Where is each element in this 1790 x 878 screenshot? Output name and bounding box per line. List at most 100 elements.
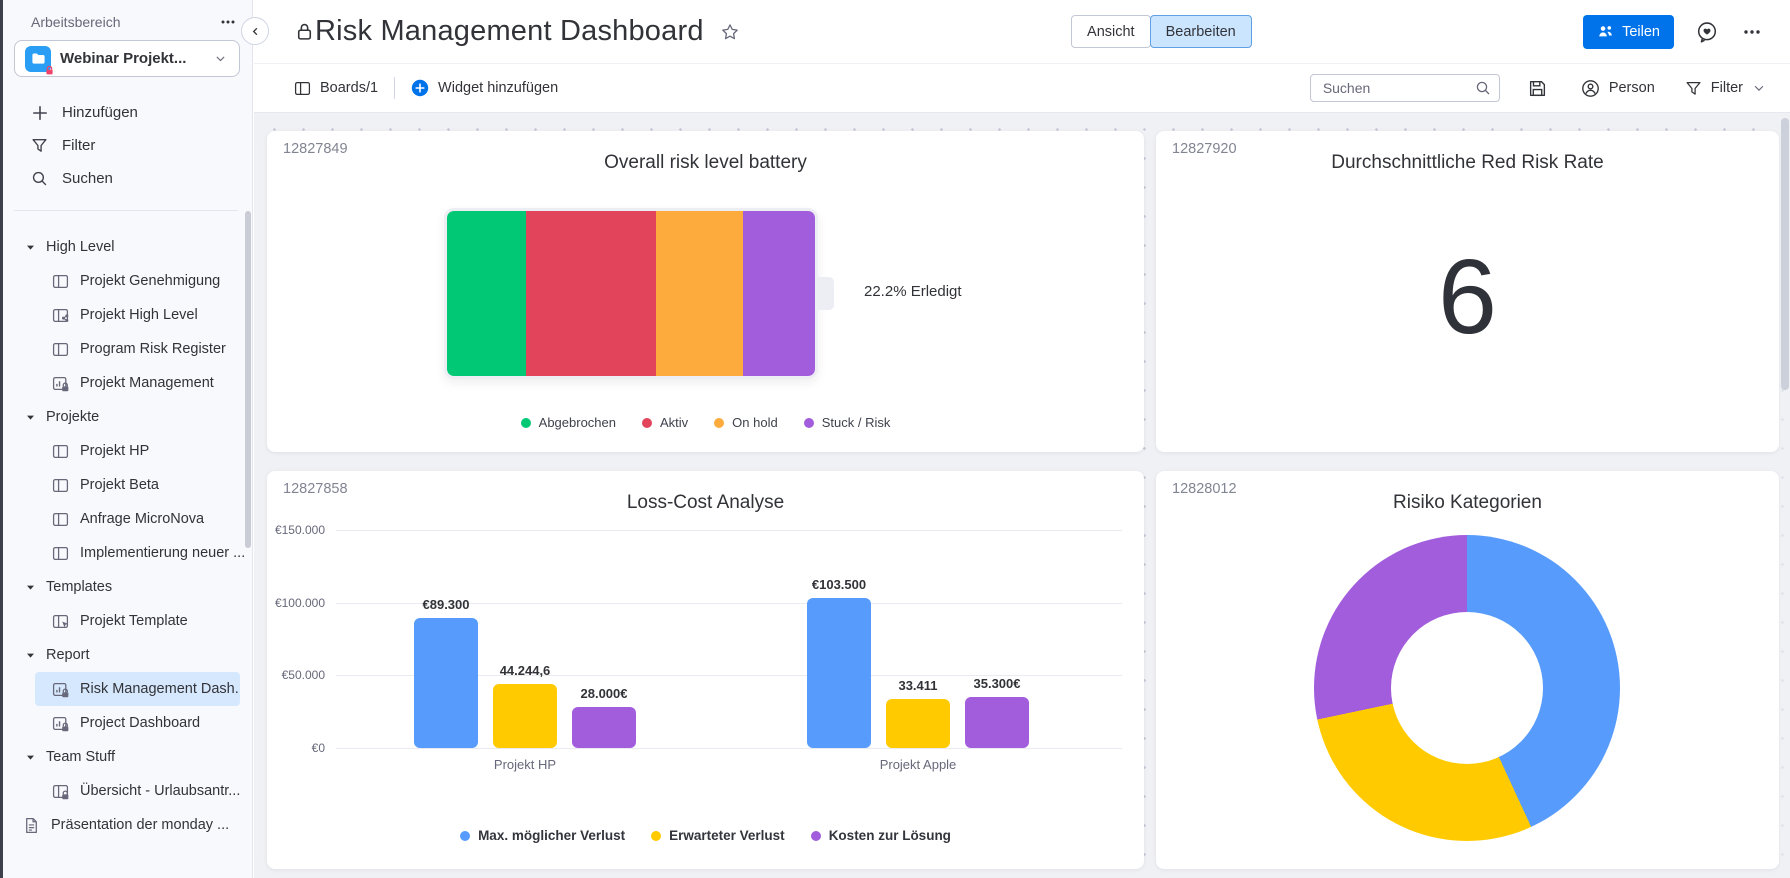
sidebar-section-high-level[interactable]: High Level bbox=[0, 230, 253, 264]
y-gridline bbox=[336, 530, 1122, 531]
app-window: Arbeitsbereich Webinar Projekt... Hinzuf… bbox=[0, 0, 1790, 878]
workspace-selector[interactable]: Webinar Projekt... bbox=[14, 40, 240, 77]
tree-label: Implementierung neuer ... bbox=[80, 545, 246, 561]
legend-color-dot bbox=[651, 830, 662, 841]
page-title: Risk Management Dashboard bbox=[315, 15, 704, 47]
sidebar-scrollbar-thumb[interactable] bbox=[245, 211, 251, 548]
legend-item-max-möglicher-verlust: Max. möglicher Verlust bbox=[460, 828, 625, 843]
legend-label: Erwarteter Verlust bbox=[669, 828, 785, 843]
sidebar-section-projekte[interactable]: Projekte bbox=[0, 400, 253, 434]
tree-label: Projekt Management bbox=[80, 375, 214, 391]
person-icon bbox=[1581, 79, 1600, 98]
main-area: Risk Management Dashboard Ansicht Bearbe… bbox=[254, 0, 1790, 878]
tree-label: Projekt High Level bbox=[80, 307, 198, 323]
board-lock-icon bbox=[52, 783, 69, 800]
board-connect-icon bbox=[52, 307, 69, 324]
sidebar-item-übersicht-urlaubsantr[interactable]: Übersicht - Urlaubsantr... bbox=[0, 774, 253, 808]
donut-chart bbox=[1314, 535, 1620, 841]
tree-label: Projekt Genehmigung bbox=[80, 273, 221, 289]
sidebar-section-team-stuff[interactable]: Team Stuff bbox=[0, 740, 253, 774]
sidebar-item-projekt-beta[interactable]: Projekt Beta bbox=[0, 468, 253, 502]
board-icon bbox=[52, 545, 69, 562]
battery-segment-stuck-risk bbox=[743, 211, 815, 376]
sidebar-item-projekt-hp[interactable]: Projekt HP bbox=[0, 434, 253, 468]
boards-selector[interactable]: Boards/1 bbox=[294, 80, 378, 97]
favorite-star-icon[interactable] bbox=[720, 22, 740, 42]
dashboard-toolbar: Boards/1 Widget hinzufügen Suchen Person… bbox=[254, 64, 1790, 113]
workspace-folder-icon bbox=[25, 45, 53, 74]
tree-label: Anfrage MicroNova bbox=[80, 511, 205, 527]
sidebar-item-anfrage-micronova[interactable]: Anfrage MicroNova bbox=[0, 502, 253, 536]
tree-label: Projekte bbox=[46, 409, 100, 425]
legend-label: Abgebrochen bbox=[538, 415, 616, 430]
search-icon bbox=[31, 170, 49, 188]
share-button[interactable]: Teilen bbox=[1583, 14, 1674, 49]
battery-segment-on-hold bbox=[655, 211, 744, 376]
caret-down-icon bbox=[25, 412, 36, 423]
legend-item-stuck-risk: Stuck / Risk bbox=[803, 415, 891, 430]
filter-button[interactable]: Filter bbox=[1685, 80, 1766, 97]
search-icon bbox=[1475, 80, 1491, 96]
add-widget-button[interactable]: Widget hinzufügen bbox=[411, 79, 558, 97]
doc-icon bbox=[23, 817, 40, 834]
sidebar-item-projekt-management[interactable]: Projekt Management bbox=[0, 366, 253, 400]
sidebar-action-suchen[interactable]: Suchen bbox=[0, 162, 253, 195]
legend-color-dot bbox=[714, 417, 725, 428]
sidebar-action-label: Suchen bbox=[62, 170, 113, 187]
main-scrollbar-track bbox=[1780, 113, 1790, 878]
dashboard-header: Risk Management Dashboard Ansicht Bearbe… bbox=[254, 0, 1790, 64]
lock-icon bbox=[294, 21, 315, 42]
legend-color-dot bbox=[460, 830, 471, 841]
sidebar-actions: Hinzufügen Filter Suchen bbox=[0, 96, 253, 195]
header-menu-dots-icon[interactable] bbox=[1740, 20, 1764, 44]
sidebar-action-hinzufügen[interactable]: Hinzufügen bbox=[0, 96, 253, 129]
feedback-heart-icon[interactable] bbox=[1693, 18, 1721, 46]
bar-max-möglicher-verlust-projekt-hp bbox=[414, 618, 478, 748]
legend-label: Aktiv bbox=[660, 415, 689, 430]
tree-label: Team Stuff bbox=[46, 749, 116, 765]
sidebar-collapse-button[interactable] bbox=[241, 17, 269, 45]
workspace-menu-dots-icon[interactable] bbox=[218, 12, 238, 32]
widget-donut-card[interactable]: 12828012 Risiko Kategorien bbox=[1156, 471, 1779, 869]
dashboard-lock-icon bbox=[52, 715, 69, 732]
window-left-border bbox=[0, 0, 3, 878]
boards-count-label: Boards/1 bbox=[320, 80, 379, 96]
sidebar-item-projekt-high-level[interactable]: Projekt High Level bbox=[0, 298, 253, 332]
sidebar-item-project-dashboard[interactable]: Project Dashboard bbox=[0, 706, 253, 740]
caret-down-icon bbox=[25, 650, 36, 661]
sidebar-action-filter[interactable]: Filter bbox=[0, 129, 253, 162]
sidebar-item-implementierung-neuer[interactable]: Implementierung neuer ... bbox=[0, 536, 253, 570]
widget-number-card[interactable]: 12827920 Durchschnittliche Red Risk Rate… bbox=[1156, 131, 1779, 452]
search-input[interactable] bbox=[1320, 79, 1475, 97]
person-filter-button[interactable]: Person bbox=[1581, 79, 1655, 98]
bar-value-label: €89.300 bbox=[422, 597, 470, 613]
edit-button[interactable]: Bearbeiten bbox=[1149, 15, 1252, 48]
sidebar-item-projekt-template[interactable]: Projekt Template bbox=[0, 604, 253, 638]
board-icon bbox=[52, 477, 69, 494]
main-scrollbar-thumb[interactable] bbox=[1781, 118, 1789, 390]
legend-item-aktiv: Aktiv bbox=[642, 415, 688, 430]
legend-item-abgebrochen: Abgebrochen bbox=[520, 415, 616, 430]
tree-label: Projekt Template bbox=[80, 613, 188, 629]
bar-value-label: 35.300€ bbox=[973, 675, 1021, 691]
view-button[interactable]: Ansicht bbox=[1071, 15, 1151, 48]
sidebar-section-report[interactable]: Report bbox=[0, 638, 253, 672]
funnel-icon bbox=[1685, 80, 1702, 97]
add-widget-plus-icon bbox=[411, 79, 429, 97]
sidebar-item-risk-management-dash[interactable]: Risk Management Dash... bbox=[35, 672, 240, 706]
sidebar-divider bbox=[14, 210, 238, 211]
tree-label: High Level bbox=[46, 239, 115, 255]
tree-label: Templates bbox=[46, 579, 113, 595]
tree-label: Projekt HP bbox=[80, 443, 150, 459]
sidebar-item-präsentation-der-monday[interactable]: Präsentation der monday ... bbox=[0, 808, 253, 842]
save-icon[interactable] bbox=[1528, 79, 1547, 98]
sidebar-item-program-risk-register[interactable]: Program Risk Register bbox=[0, 332, 253, 366]
sidebar-item-projekt-genehmigung[interactable]: Projekt Genehmigung bbox=[0, 264, 253, 298]
battery-legend: Abgebrochen Aktiv On hold Stuck / Risk bbox=[267, 415, 1144, 430]
legend-label: Stuck / Risk bbox=[821, 415, 891, 430]
sidebar-section-templates[interactable]: Templates bbox=[0, 570, 253, 604]
toolbar-divider bbox=[394, 77, 396, 99]
widget-battery-card[interactable]: 12827849 Overall risk level battery 22.2… bbox=[267, 131, 1144, 452]
bar-kosten-zur-lösung-projekt-hp bbox=[572, 707, 636, 748]
widget-barchart-card[interactable]: 12827858 Loss-Cost Analyse €150.000 €100.… bbox=[267, 471, 1144, 869]
